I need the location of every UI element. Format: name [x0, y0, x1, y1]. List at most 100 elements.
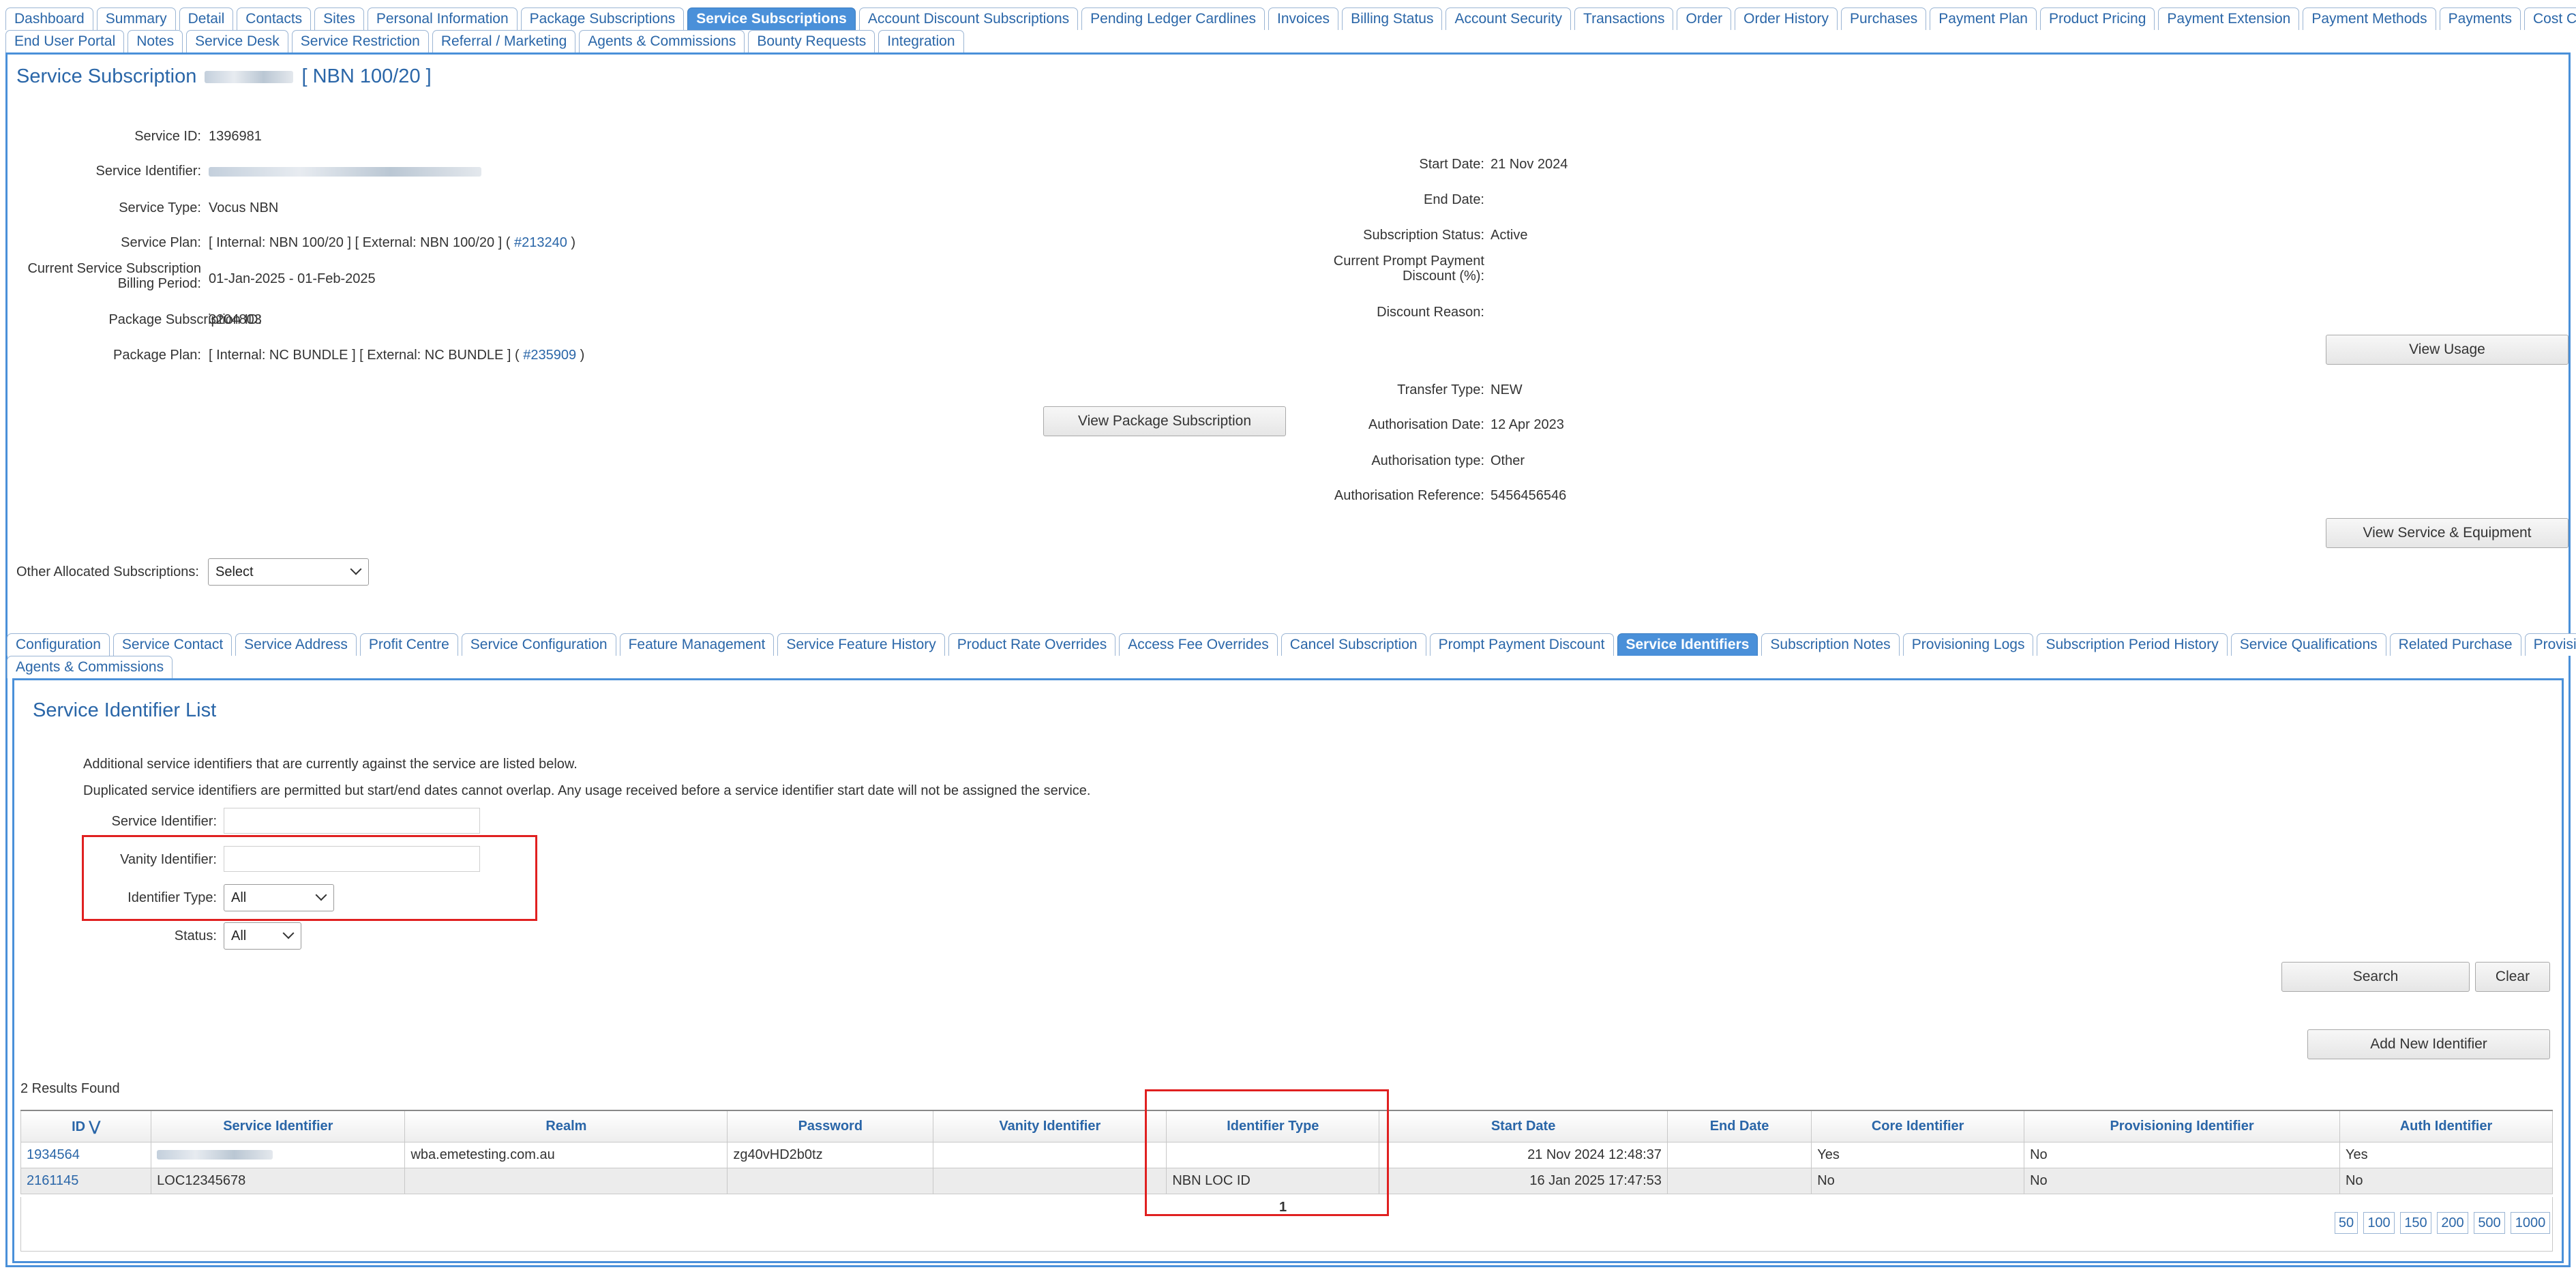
column-header-provisioning-identifier[interactable]: Provisioning Identifier	[2024, 1110, 2340, 1142]
page-size-500[interactable]: 500	[2474, 1212, 2505, 1234]
tab-order-history[interactable]: Order History	[1735, 7, 1838, 30]
subtab-provisioning-logs[interactable]: Provisioning Logs	[1902, 633, 2034, 656]
tab-summary[interactable]: Summary	[96, 7, 176, 30]
column-header-vanity-identifier[interactable]: Vanity Identifier	[933, 1110, 1167, 1142]
subtab-service-feature-history[interactable]: Service Feature History	[777, 633, 945, 656]
service-plan-link[interactable]: #213240	[514, 235, 567, 250]
tab-order[interactable]: Order	[1677, 7, 1732, 30]
tab-referral-marketing[interactable]: Referral / Marketing	[432, 30, 576, 52]
subscription-status-label: Subscription Status:	[1363, 228, 1484, 243]
subtab-service-qualifications[interactable]: Service Qualifications	[2230, 633, 2386, 656]
tab-payments[interactable]: Payments	[2439, 7, 2521, 30]
tab-billing-status[interactable]: Billing Status	[1342, 7, 1443, 30]
highlight-box-filters	[82, 835, 537, 921]
column-header-auth-identifier[interactable]: Auth Identifier	[2339, 1110, 2553, 1142]
tab-payment-plan[interactable]: Payment Plan	[1930, 7, 2037, 30]
tab-transactions[interactable]: Transactions	[1574, 7, 1674, 30]
subtab-related-purchase[interactable]: Related Purchase	[2389, 633, 2521, 656]
sub-tabs-row-2: Agents & Commissions	[7, 656, 176, 678]
subtab-product-rate-overrides[interactable]: Product Rate Overrides	[948, 633, 1116, 656]
cell-realm: wba.emetesting.com.au	[404, 1141, 728, 1168]
package-plan-value: [ Internal: NC BUNDLE ] [ External: NC B…	[209, 348, 584, 363]
tab-service-restriction[interactable]: Service Restriction	[291, 30, 429, 52]
view-package-subscription-button[interactable]: View Package Subscription	[1043, 406, 1286, 436]
page-size-1000[interactable]: 1000	[2511, 1212, 2550, 1234]
column-header-id[interactable]: ID ⋁	[20, 1110, 152, 1142]
tab-account-discount-subscriptions[interactable]: Account Discount Subscriptions	[858, 7, 1079, 30]
add-new-identifier-button[interactable]: Add New Identifier	[2307, 1029, 2550, 1059]
authorisation-date-label: Authorisation Date:	[1368, 417, 1484, 432]
package-plan-close: )	[576, 348, 585, 363]
filter-status-select[interactable]: All	[224, 922, 301, 950]
subtab-service-contact[interactable]: Service Contact	[113, 633, 233, 656]
redacted-service-identifier	[157, 1150, 273, 1160]
tab-purchases[interactable]: Purchases	[1841, 7, 1927, 30]
view-service-equipment-button[interactable]: View Service & Equipment	[2326, 518, 2568, 548]
column-header-password[interactable]: Password	[727, 1110, 934, 1142]
package-plan-link[interactable]: #235909	[523, 348, 576, 363]
tab-agents-and-commissions[interactable]: Agents & Commissions	[579, 30, 745, 52]
tab-payment-extension[interactable]: Payment Extension	[2158, 7, 2300, 30]
cell-vanity-identifier	[933, 1167, 1167, 1194]
tab-product-pricing[interactable]: Product Pricing	[2040, 7, 2155, 30]
tab-detail[interactable]: Detail	[179, 7, 234, 30]
chevron-down-icon	[350, 563, 362, 575]
billing-period-value: 01-Jan-2025 - 01-Feb-2025	[209, 271, 376, 286]
tab-dashboard[interactable]: Dashboard	[5, 7, 93, 30]
row-id-link[interactable]: 1934564	[20, 1141, 152, 1168]
filter-service-identifier-input[interactable]	[224, 808, 480, 834]
search-button[interactable]: Search	[2281, 962, 2470, 992]
column-header-end-date[interactable]: End Date	[1666, 1110, 1812, 1142]
subtab-agents-and-commissions[interactable]: Agents & Commissions	[7, 656, 173, 678]
page-size-200[interactable]: 200	[2437, 1212, 2468, 1234]
tab-service-subscriptions[interactable]: Service Subscriptions	[687, 7, 856, 30]
subtab-service-address[interactable]: Service Address	[235, 633, 357, 656]
cell-vanity-identifier	[933, 1141, 1167, 1168]
transfer-type-value: NEW	[1491, 382, 1523, 397]
tab-pending-ledger-cardlines[interactable]: Pending Ledger Cardlines	[1081, 7, 1265, 30]
sort-descending-icon[interactable]: ⋁	[89, 1119, 100, 1134]
tab-bounty-requests[interactable]: Bounty Requests	[748, 30, 875, 52]
tab-personal-information[interactable]: Personal Information	[367, 7, 518, 30]
page-size-150[interactable]: 150	[2400, 1212, 2431, 1234]
tab-account-security[interactable]: Account Security	[1446, 7, 1572, 30]
tab-invoices[interactable]: Invoices	[1268, 7, 1339, 30]
cell-end-date	[1666, 1167, 1812, 1194]
package-plan-label: Package Plan:	[113, 348, 201, 363]
column-header-service-identifier[interactable]: Service Identifier	[151, 1110, 406, 1142]
tab-contacts[interactable]: Contacts	[237, 7, 312, 30]
subtab-provisioning-properties[interactable]: Provisioning Properties	[2524, 633, 2576, 656]
start-date-label: Start Date:	[1419, 157, 1484, 172]
identifier-list-title: Service Identifier List	[33, 699, 217, 721]
service-type-label: Service Type:	[119, 200, 201, 215]
column-header-realm[interactable]: Realm	[404, 1110, 728, 1142]
subtab-cancel-subscription[interactable]: Cancel Subscription	[1280, 633, 1426, 656]
subtab-configuration[interactable]: Configuration	[7, 633, 110, 656]
tab-sites[interactable]: Sites	[314, 7, 364, 30]
end-date-label: End Date:	[1424, 192, 1484, 207]
tab-package-subscriptions[interactable]: Package Subscriptions	[520, 7, 685, 30]
column-header-core-identifier[interactable]: Core Identifier	[1811, 1110, 2025, 1142]
subtab-feature-management[interactable]: Feature Management	[619, 633, 775, 656]
column-header-start-date[interactable]: Start Date	[1379, 1110, 1668, 1142]
tab-service-desk[interactable]: Service Desk	[186, 30, 288, 52]
subtab-prompt-payment-discount[interactable]: Prompt Payment Discount	[1429, 633, 1614, 656]
tab-notes[interactable]: Notes	[128, 30, 183, 52]
subtab-access-fee-overrides[interactable]: Access Fee Overrides	[1119, 633, 1278, 656]
page-size-50[interactable]: 50	[2335, 1212, 2358, 1234]
tab-payment-methods[interactable]: Payment Methods	[2303, 7, 2436, 30]
clear-button[interactable]: Clear	[2475, 962, 2550, 992]
tab-cost-centre[interactable]: Cost Centre	[2523, 7, 2576, 30]
subtab-subscription-period-history[interactable]: Subscription Period History	[2037, 633, 2228, 656]
service-type-value: Vocus NBN	[209, 200, 279, 215]
tab-integration[interactable]: Integration	[878, 30, 964, 52]
row-id-link[interactable]: 2161145	[20, 1167, 152, 1194]
tab-end-user-portal[interactable]: End User Portal	[5, 30, 125, 52]
subtab-profit-centre[interactable]: Profit Centre	[359, 633, 458, 656]
page-size-100[interactable]: 100	[2363, 1212, 2395, 1234]
subtab-service-configuration[interactable]: Service Configuration	[461, 633, 616, 656]
subtab-service-identifiers[interactable]: Service Identifiers	[1617, 633, 1758, 656]
subtab-subscription-notes[interactable]: Subscription Notes	[1761, 633, 1900, 656]
other-allocated-select[interactable]: Select	[208, 558, 369, 586]
view-usage-button[interactable]: View Usage	[2326, 335, 2568, 365]
